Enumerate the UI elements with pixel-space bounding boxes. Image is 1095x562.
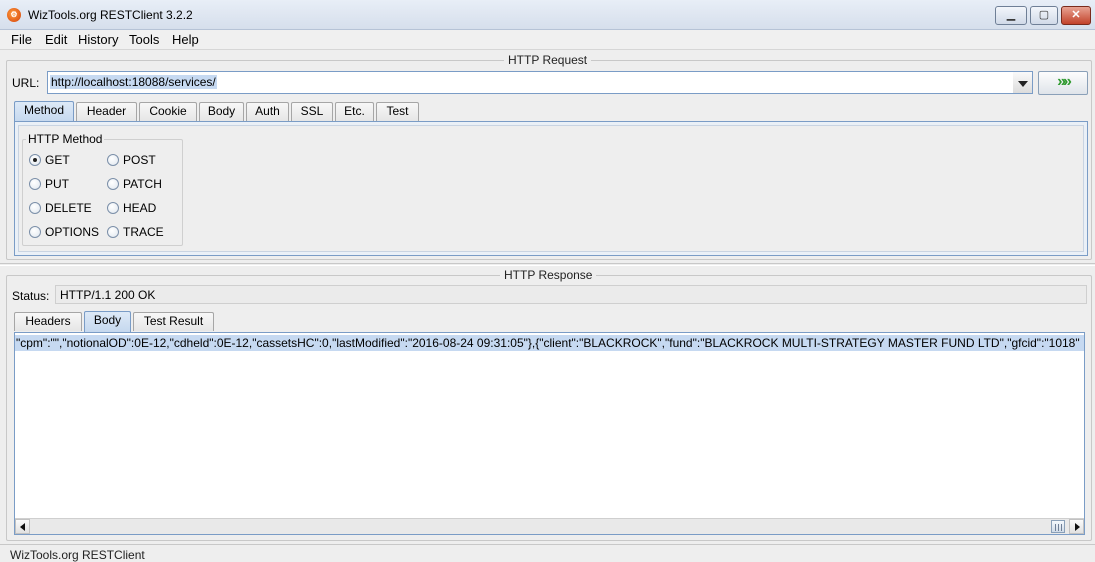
- url-history-dropdown[interactable]: [1013, 71, 1033, 94]
- app-logo-icon: ⚙: [7, 8, 21, 22]
- tab-ssl[interactable]: SSL: [291, 102, 333, 121]
- menu-file[interactable]: File: [11, 32, 32, 47]
- chevron-down-icon: [1018, 81, 1028, 87]
- scroll-thumb[interactable]: [1051, 520, 1065, 533]
- send-request-button[interactable]: »»: [1038, 71, 1088, 95]
- window-title: WizTools.org RESTClient 3.2.2: [28, 8, 193, 22]
- radio-options-label: OPTIONS: [45, 225, 100, 239]
- radio-put-label: PUT: [45, 177, 69, 191]
- maximize-button[interactable]: ▢: [1030, 6, 1058, 25]
- http-method-title: HTTP Method: [26, 132, 105, 146]
- tab-header[interactable]: Header: [76, 102, 137, 121]
- url-label: URL:: [12, 76, 40, 90]
- status-label: Status:: [12, 289, 50, 303]
- tab-response-body[interactable]: Body: [84, 311, 131, 332]
- horizontal-scrollbar[interactable]: [15, 518, 1084, 534]
- arrow-left-icon: [20, 523, 25, 531]
- radio-icon: [107, 154, 119, 166]
- tab-body[interactable]: Body: [199, 102, 244, 121]
- radio-patch-label: PATCH: [123, 177, 162, 191]
- minimize-button[interactable]: ▁: [995, 6, 1027, 25]
- http-request-title: HTTP Request: [504, 53, 592, 67]
- radio-icon: [107, 178, 119, 190]
- radio-icon: [29, 178, 41, 190]
- response-body-text: "cpm":"","notionalOD":0E-12,"cdheld":0E-…: [15, 335, 1084, 351]
- radio-icon: [29, 226, 41, 238]
- status-field: HTTP/1.1 200 OK: [55, 285, 1087, 304]
- response-body-textarea[interactable]: "cpm":"","notionalOD":0E-12,"cdheld":0E-…: [14, 332, 1085, 535]
- arrow-right-icon: [1075, 523, 1080, 531]
- title-bar: ⚙ WizTools.org RESTClient 3.2.2 ▁ ▢ ✕: [0, 0, 1095, 30]
- http-response-title: HTTP Response: [500, 268, 597, 282]
- splitter-handle[interactable]: [0, 263, 1095, 266]
- radio-trace-label: TRACE: [123, 225, 164, 239]
- menu-edit[interactable]: Edit: [45, 32, 67, 47]
- radio-delete-label: DELETE: [45, 201, 92, 215]
- url-input[interactable]: http://localhost:18088/services/: [47, 71, 1014, 94]
- tab-etc[interactable]: Etc.: [335, 102, 374, 121]
- url-value: http://localhost:18088/services/: [50, 75, 217, 89]
- close-button[interactable]: ✕: [1061, 6, 1091, 25]
- menu-history[interactable]: History: [78, 32, 118, 47]
- tab-auth[interactable]: Auth: [246, 102, 289, 121]
- tab-method[interactable]: Method: [14, 101, 74, 122]
- tab-test-result[interactable]: Test Result: [133, 312, 214, 331]
- status-bar: WizTools.org RESTClient: [0, 544, 1095, 562]
- menu-tools[interactable]: Tools: [129, 32, 159, 47]
- status-bar-text: WizTools.org RESTClient: [10, 548, 145, 562]
- radio-selected-icon: [29, 154, 41, 166]
- radio-head-label: HEAD: [123, 201, 157, 215]
- radio-get-label: GET: [45, 153, 70, 167]
- menu-help[interactable]: Help: [172, 32, 199, 47]
- radio-post-label: POST: [123, 153, 156, 167]
- scroll-left-button[interactable]: [15, 519, 30, 534]
- double-arrow-right-icon: »»: [1057, 73, 1072, 90]
- radio-icon: [29, 202, 41, 214]
- radio-icon: [107, 202, 119, 214]
- tab-headers[interactable]: Headers: [14, 312, 82, 331]
- menu-bar: File Edit History Tools Help: [0, 30, 1095, 50]
- tab-test[interactable]: Test: [376, 102, 419, 121]
- radio-icon: [107, 226, 119, 238]
- scroll-right-button[interactable]: [1069, 519, 1084, 534]
- tab-cookie[interactable]: Cookie: [139, 102, 197, 121]
- status-value: HTTP/1.1 200 OK: [60, 288, 156, 302]
